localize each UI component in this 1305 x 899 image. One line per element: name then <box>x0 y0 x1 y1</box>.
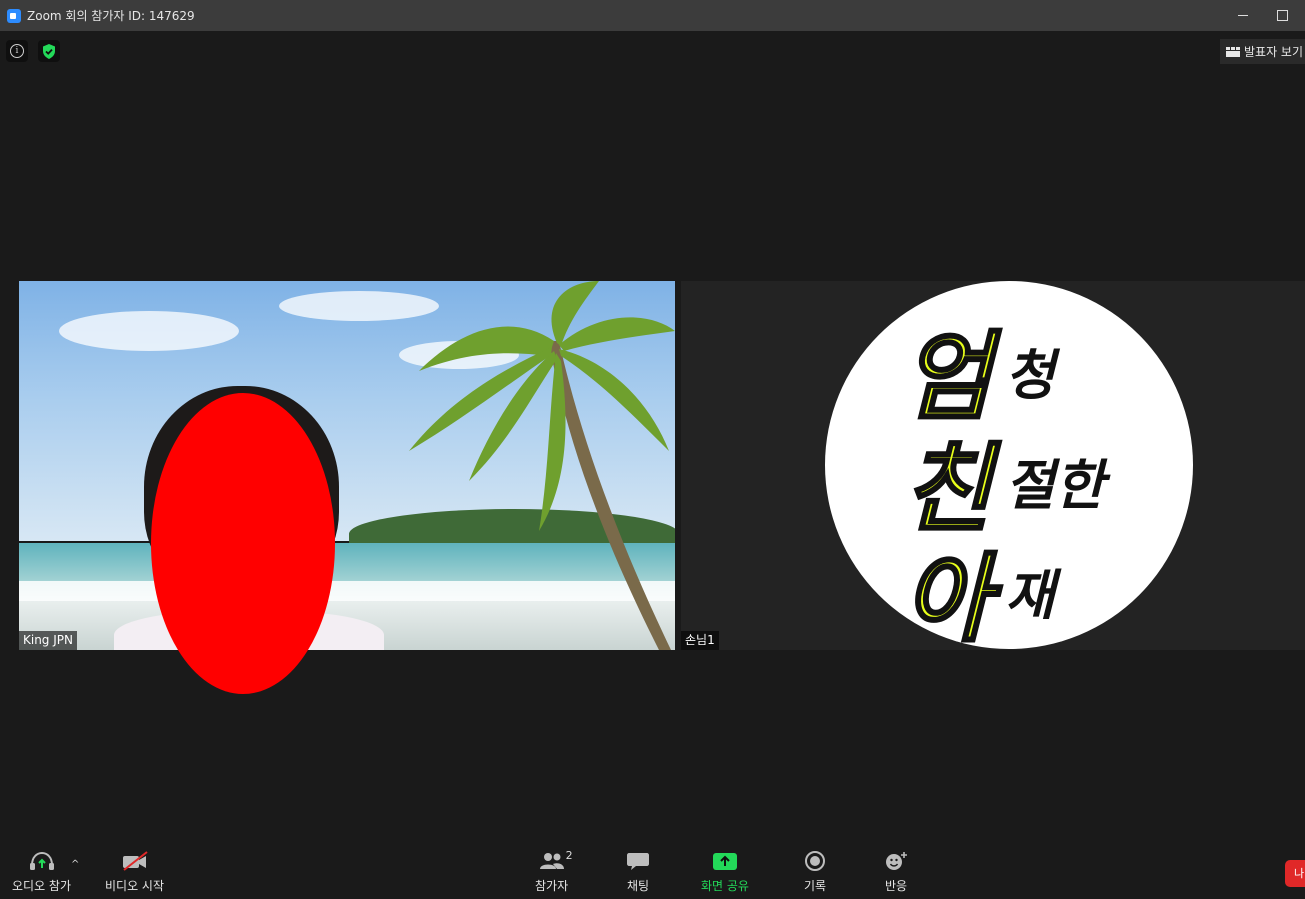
record-label: 기록 <box>804 879 827 893</box>
chat-icon <box>626 851 650 871</box>
participant-name-tag: 손님1 <box>681 631 719 650</box>
zoom-app-icon <box>7 8 21 23</box>
audio-options-caret-icon[interactable]: ^ <box>71 859 79 870</box>
share-screen-icon <box>712 851 737 871</box>
reaction-smiley-icon <box>884 851 908 871</box>
palm-tree <box>409 281 675 650</box>
participant-avatar: 엄 청 친 절한 아 재 <box>825 281 1193 649</box>
participant-name-tag: King JPN <box>19 631 77 650</box>
join-audio-label: 오디오 참가 <box>12 879 72 893</box>
leave-button[interactable]: 나 <box>1285 860 1305 887</box>
participants-button[interactable]: 2 참가자 <box>535 849 573 894</box>
chat-button[interactable]: 채팅 <box>626 851 650 894</box>
info-icon: i <box>10 44 24 58</box>
avatar-small-text: 재 <box>1005 564 1055 627</box>
chat-label: 채팅 <box>626 879 650 893</box>
start-video-label: 비디오 시작 <box>105 879 165 893</box>
meeting-info-button[interactable]: i <box>6 40 28 62</box>
video-tile-guest[interactable]: 엄 청 친 절한 아 재 손님1 <box>681 281 1305 650</box>
cloud <box>59 311 239 351</box>
participants-count: 2 <box>565 849 573 862</box>
reactions-label: 반응 <box>884 879 908 893</box>
participants-icon: 2 <box>538 849 573 871</box>
share-screen-button[interactable]: 화면 공유 <box>701 851 749 894</box>
record-icon <box>805 851 826 871</box>
headphones-icon <box>29 851 55 871</box>
title-bar: Zoom 회의 참가자 ID: 147629 <box>0 0 1305 31</box>
join-audio-button[interactable]: 오디오 참가 <box>12 851 71 894</box>
video-tile-king-jpn[interactable]: King JPN <box>19 281 675 650</box>
meeting-toolbar: 오디오 참가 ^ 비디오 시작 2 참가자 채팅 화면 공유 기록 반응 <box>0 845 1305 899</box>
share-screen-label: 화면 공유 <box>701 879 749 893</box>
window-title: Zoom 회의 참가자 ID: 147629 <box>27 9 195 23</box>
maximize-button[interactable] <box>1259 0 1305 31</box>
speaker-view-button[interactable]: 발표자 보기 <box>1220 39 1305 64</box>
avatar-big-char: 아 <box>901 542 992 650</box>
shield-icon <box>43 43 55 59</box>
speaker-view-icon <box>1226 46 1240 57</box>
security-button[interactable] <box>38 40 60 62</box>
meeting-info-icons: i <box>6 40 60 62</box>
video-off-icon <box>121 851 149 871</box>
reactions-button[interactable]: 반응 <box>884 851 908 894</box>
maximize-icon <box>1276 10 1288 21</box>
avatar-small-text: 절한 <box>1005 454 1105 517</box>
speaker-view-label: 발표자 보기 <box>1243 45 1303 59</box>
avatar-small-text: 청 <box>1005 344 1055 407</box>
participants-label: 참가자 <box>535 879 569 893</box>
redaction-oval <box>151 393 335 694</box>
minimize-icon <box>1238 15 1248 16</box>
record-button[interactable]: 기록 <box>804 851 826 894</box>
start-video-button[interactable]: 비디오 시작 <box>105 851 164 894</box>
